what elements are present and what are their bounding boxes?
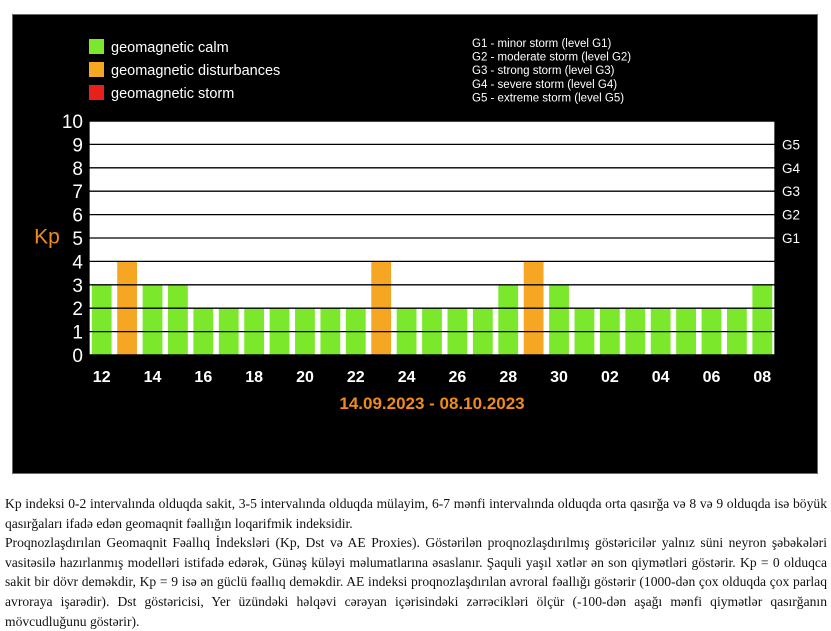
y-axis-label: Kp — [34, 225, 60, 248]
y-tick-label: 0 — [72, 346, 83, 367]
caption-paragraph-2: Proqnozlaşdırılan Geomaqnit Fəallıq İnde… — [5, 535, 827, 629]
kp-bar — [498, 284, 519, 355]
y-tick-label: 8 — [72, 159, 83, 180]
storm-level-tick: G4 — [782, 161, 801, 176]
legend-label: geomagnetic disturbances — [111, 63, 280, 79]
x-tick-label: 30 — [550, 369, 568, 386]
legend-label: geomagnetic calm — [111, 40, 229, 56]
y-tick-label: 4 — [72, 252, 83, 273]
storm-level-description: G5 - extreme storm (level G5) — [472, 92, 624, 104]
x-tick-label: 28 — [499, 369, 517, 386]
x-tick-label: 06 — [703, 369, 721, 386]
storm-level-description: G1 - minor storm (level G1) — [472, 38, 611, 50]
storm-level-description: G2 - moderate storm (level G2) — [472, 52, 631, 64]
storm-level-description: G4 - severe storm (level G4) — [472, 79, 617, 91]
storm-level-description: G3 - strong storm (level G3) — [472, 65, 615, 77]
x-tick-label: 18 — [245, 369, 263, 386]
x-tick-label: 20 — [296, 369, 314, 386]
y-tick-label: 6 — [72, 206, 83, 227]
x-tick-label: 02 — [601, 369, 619, 386]
kp-bar — [549, 284, 569, 355]
kp-bar — [142, 284, 163, 355]
x-tick-label: 22 — [347, 369, 365, 386]
y-tick-label: 5 — [72, 229, 83, 250]
storm-level-tick: G5 — [782, 137, 800, 152]
storm-level-tick: G2 — [782, 208, 800, 223]
y-tick-label: 1 — [72, 323, 83, 344]
caption-paragraph-1: Kp indeksi 0-2 intervalında olduqda saki… — [5, 496, 827, 531]
x-tick-label: 04 — [652, 369, 670, 386]
storm-level-tick: G3 — [782, 184, 800, 199]
x-tick-label: 08 — [753, 369, 771, 386]
y-tick-label: 3 — [72, 276, 83, 297]
caption: Kp indeksi 0-2 intervalında olduqda saki… — [5, 494, 827, 631]
y-tick-label: 9 — [72, 135, 83, 156]
x-tick-label: 14 — [144, 369, 162, 386]
storm-level-tick: G1 — [782, 231, 800, 246]
kp-chart-panel: 0 1 2 3 4 5 6 7 8 9 10 Kp G1 G2 G3 G4 G5 12 14 16 18 20 22 24 26… — [12, 14, 818, 474]
y-tick-label: 10 — [62, 112, 83, 133]
kp-chart: 012345678910Kp G1G2G3G4G512 14 16 18 20 22 24 26… — [34, 38, 801, 413]
date-range: 14.09.2023 - 08.10.2023 — [339, 394, 524, 413]
kp-bar — [91, 284, 112, 355]
legend-swatch — [89, 85, 104, 100]
legend-swatch — [89, 39, 104, 54]
x-tick-label: 12 — [93, 369, 111, 386]
x-tick-label: 26 — [449, 369, 467, 386]
x-tick-label: 16 — [194, 369, 212, 386]
legend-swatch — [89, 62, 104, 77]
legend-label: geomagnetic storm — [111, 86, 234, 102]
kp-bar — [752, 284, 773, 355]
y-tick-label: 7 — [72, 182, 83, 203]
kp-bar — [168, 284, 188, 355]
y-tick-label: 2 — [72, 299, 83, 320]
x-tick-label: 24 — [398, 369, 416, 386]
